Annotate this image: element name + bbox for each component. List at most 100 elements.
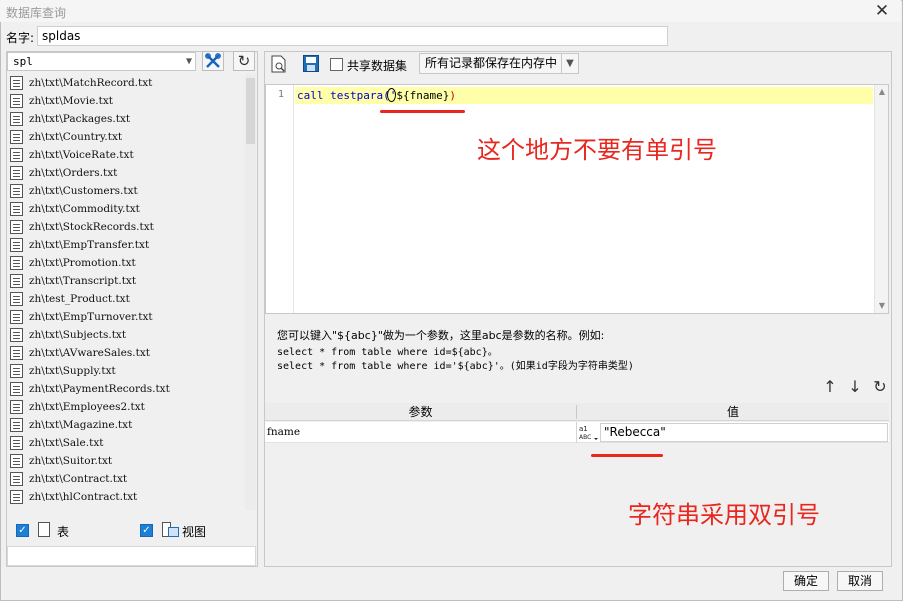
file-icon (10, 490, 23, 504)
cell-divider (576, 422, 577, 443)
list-item[interactable]: zh\txt\EmpTransfer.txt (7, 236, 247, 254)
name-input[interactable]: spldas (37, 26, 668, 46)
list-item[interactable]: zh\txt\Movie.txt (7, 92, 247, 110)
scroll-down-icon[interactable]: ▼ (875, 299, 889, 313)
file-icon (10, 94, 23, 108)
file-list-scrollbar[interactable] (245, 74, 256, 510)
list-item[interactable]: zh\txt\Employees2.txt (7, 398, 247, 416)
file-list[interactable]: zh\txt\MatchRecord.txt zh\txt\Movie.txt zh… (7, 74, 247, 510)
hint-line-3: select * from table where id='${abc}'。(如… (277, 361, 634, 372)
list-item[interactable]: zh\txt\Transcript.txt (7, 272, 247, 290)
string-type-icon[interactable]: a1 ABC (578, 423, 598, 442)
tools-button[interactable] (202, 51, 224, 71)
editor-scrollbar[interactable]: ▲ ▼ (874, 85, 888, 313)
file-name: zh\txt\MatchRecord.txt (29, 77, 153, 89)
list-item[interactable]: zh\txt\MatchRecord.txt (7, 74, 247, 92)
save-icon[interactable] (303, 55, 319, 72)
source-combo[interactable]: spl ▼ (7, 52, 196, 71)
param-row[interactable]: fname a1 ABC "Rebecca" (265, 422, 889, 443)
list-item[interactable]: zh\txt\Country.txt (7, 128, 247, 146)
file-icon (10, 184, 23, 198)
left-status-box (7, 546, 256, 566)
file-name: zh\txt\Magazine.txt (29, 419, 133, 431)
annotation-underline-code (380, 110, 465, 113)
move-up-icon[interactable]: ↑ (820, 378, 840, 396)
list-item[interactable]: zh\txt\Suitor.txt (7, 452, 247, 470)
move-down-icon[interactable]: ↓ (845, 378, 865, 396)
param-grid-header: 参数 值 (265, 403, 889, 421)
file-name: zh\txt\Contract.txt (29, 473, 128, 485)
value-column-header: 值 (726, 405, 739, 419)
list-item[interactable]: zh\txt\EmpTurnover.txt (7, 308, 247, 326)
file-icon (10, 292, 23, 306)
list-item[interactable]: zh\txt\Supply.txt (7, 362, 247, 380)
file-name: zh\txt\Suitor.txt (29, 455, 113, 467)
file-icon (10, 112, 23, 126)
file-icon (10, 166, 23, 180)
list-item[interactable]: zh\txt\VoiceRate.txt (7, 146, 247, 164)
file-icon (10, 346, 23, 360)
view-checkbox[interactable]: ✓ (140, 524, 153, 537)
file-name: zh\txt\VoiceRate.txt (29, 149, 134, 161)
code-line[interactable]: call testpara('${fname}) (297, 87, 456, 104)
list-item[interactable]: zh\test_Product.txt (7, 290, 247, 308)
share-label: 共享数据集 (347, 59, 408, 73)
code-param: ${fname} (396, 89, 450, 102)
list-item[interactable]: zh\txt\Packages.txt (7, 110, 247, 128)
hint-line-1: 您可以键入"${abc}"做为一个参数，这里abc是参数的名称。例如: (277, 329, 605, 342)
scroll-up-icon[interactable]: ▲ (875, 85, 889, 99)
storage-mode-value: 所有记录都保存在内存中 (425, 56, 558, 70)
cancel-button[interactable]: 取消 (837, 571, 883, 591)
file-name: zh\txt\Movie.txt (29, 95, 114, 107)
list-item[interactable]: zh\txt\Contract.txt (7, 470, 247, 488)
storage-mode-select[interactable]: 所有记录都保存在内存中 ▼ (419, 53, 579, 74)
refresh-button[interactable]: ↻ (233, 51, 255, 71)
file-name: zh\txt\Supply.txt (29, 365, 116, 377)
list-item[interactable]: zh\txt\Commodity.txt (7, 200, 247, 218)
ok-button[interactable]: 确定 (783, 571, 829, 591)
file-icon (10, 310, 23, 324)
param-value-input[interactable]: "Rebecca" (600, 423, 888, 442)
dialog-title: 数据库查询 (6, 6, 67, 20)
file-icon (10, 202, 23, 216)
refresh-params-icon[interactable]: ↻ (870, 378, 890, 396)
table-icon (38, 522, 50, 537)
file-icon (10, 256, 23, 270)
file-icon (10, 76, 23, 90)
annotation-underline-value (591, 454, 663, 457)
file-icon (10, 328, 23, 342)
list-item[interactable]: zh\txt\Subjects.txt (7, 326, 247, 344)
file-icon (10, 454, 23, 468)
list-item[interactable]: zh\txt\StockRecords.txt (7, 218, 247, 236)
list-item[interactable]: zh\txt\Sale.txt (7, 434, 247, 452)
file-name: zh\txt\Sale.txt (29, 437, 104, 449)
table-checkbox[interactable]: ✓ (16, 524, 29, 537)
file-icon (10, 382, 23, 396)
file-icon (10, 472, 23, 486)
list-item[interactable]: zh\txt\Promotion.txt (7, 254, 247, 272)
file-icon (10, 148, 23, 162)
file-icon (10, 220, 23, 234)
sql-editor[interactable]: 1 call testpara('${fname}) ▲ ▼ (265, 84, 889, 314)
list-item[interactable]: zh\txt\Customers.txt (7, 182, 247, 200)
file-icon (10, 400, 23, 414)
share-checkbox[interactable] (330, 58, 343, 71)
close-icon[interactable]: ✕ (873, 2, 891, 20)
param-name: fname (267, 426, 301, 438)
code-call: call testpara( (297, 89, 390, 102)
list-item[interactable]: zh\txt\PaymentRecords.txt (7, 380, 247, 398)
list-item[interactable]: zh\txt\Orders.txt (7, 164, 247, 182)
view-label: 视图 (182, 525, 207, 539)
open-file-icon[interactable] (271, 55, 287, 73)
file-name: zh\txt\hlContract.txt (29, 491, 138, 503)
file-name: zh\txt\Orders.txt (29, 167, 118, 179)
list-item[interactable]: zh\txt\Magazine.txt (7, 416, 247, 434)
tools-icon (205, 53, 221, 68)
list-item[interactable]: zh\txt\hlContract.txt (7, 488, 247, 506)
chevron-down-icon: ▼ (185, 56, 192, 67)
file-icon (10, 238, 23, 252)
source-combo-value: spl (13, 55, 33, 68)
scroll-thumb[interactable] (246, 78, 255, 144)
view-icon (162, 522, 179, 537)
list-item[interactable]: zh\txt\AVwareSales.txt (7, 344, 247, 362)
